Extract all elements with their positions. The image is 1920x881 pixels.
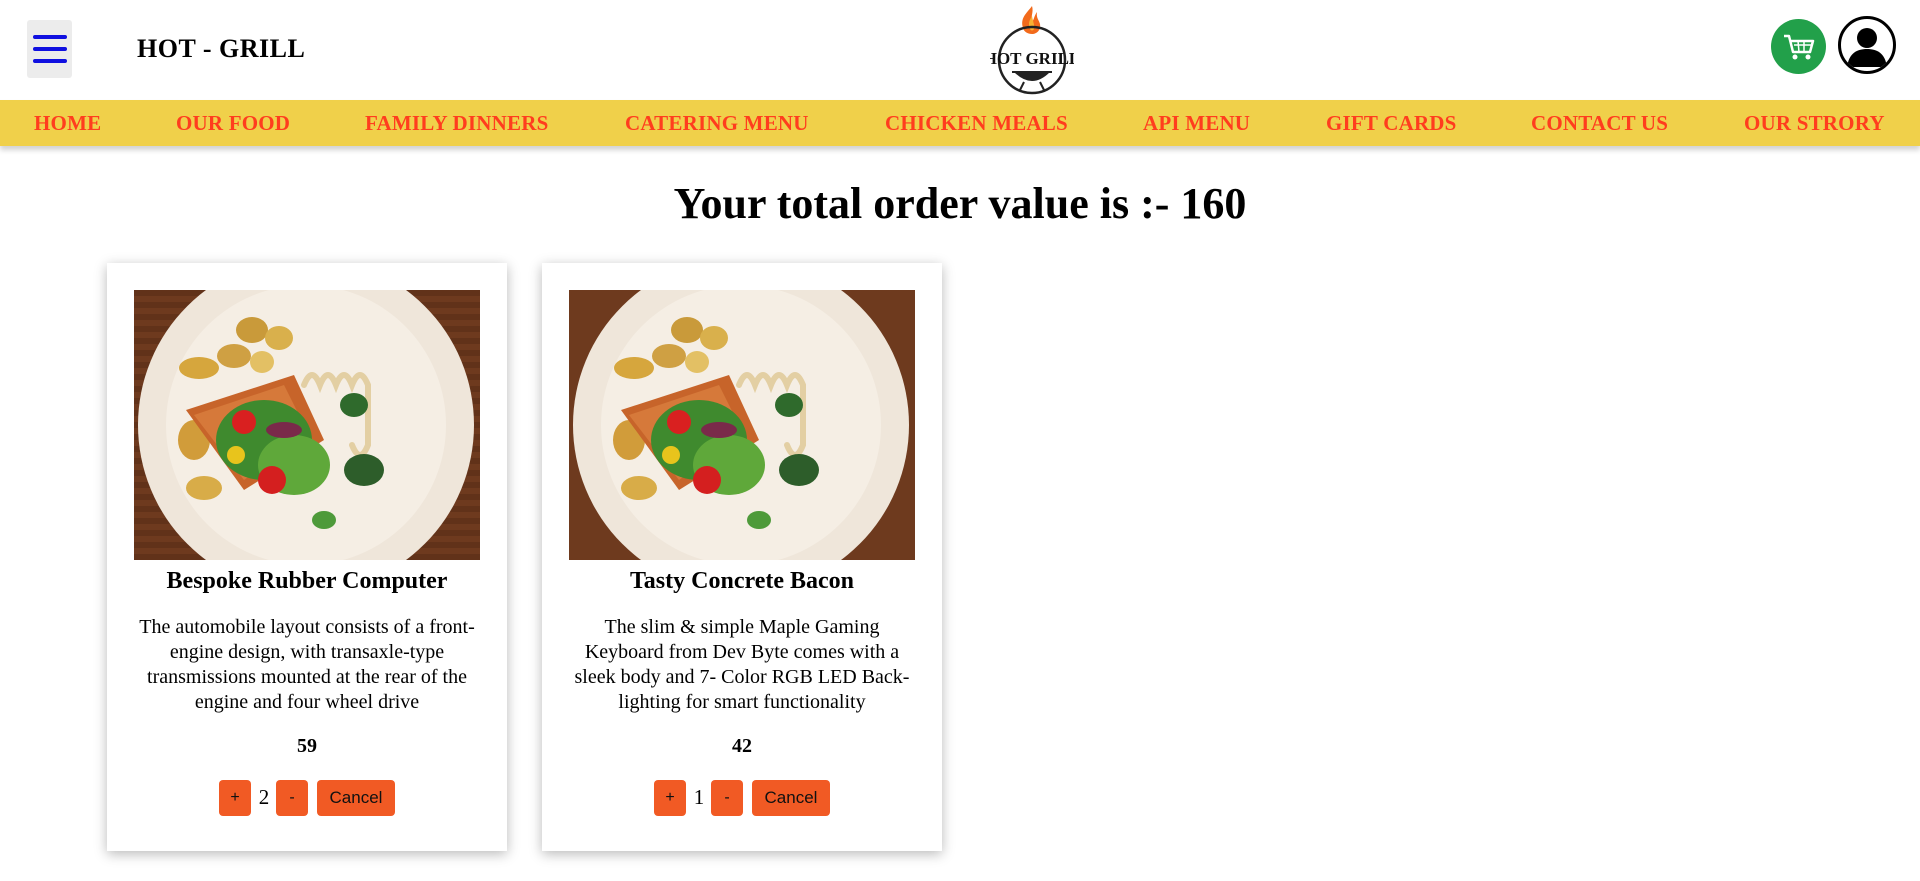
logo-text: HOT GRILL <box>990 49 1074 68</box>
cart-button[interactable] <box>1771 19 1826 74</box>
decrease-quantity-button[interactable]: - <box>276 780 308 816</box>
order-total: Your total order value is :- 160 <box>673 179 1247 228</box>
quantity-controls: + 2 - Cancel <box>107 780 507 816</box>
header: HOT - GRILL HOT GRILL <box>0 0 1920 100</box>
nav-chicken-meals[interactable]: CHICKEN MEALS <box>885 111 1068 136</box>
increase-quantity-button[interactable]: + <box>219 780 251 816</box>
quantity-controls: + 1 - Cancel <box>542 780 942 816</box>
quantity-value: 1 <box>693 785 705 809</box>
profile-button[interactable] <box>1838 16 1896 74</box>
hot-grill-logo[interactable]: HOT GRILL <box>990 4 1074 96</box>
item-name: Tasty Concrete Bacon <box>630 568 854 594</box>
hamburger-menu-button[interactable] <box>27 20 72 78</box>
item-price: 42 <box>732 735 752 757</box>
cart-item-card: Bespoke Rubber Computer The automobile l… <box>107 263 507 851</box>
nav-our-food[interactable]: OUR FOOD <box>176 111 290 136</box>
brand-name: HOT - GRILL <box>137 34 306 63</box>
cancel-item-button[interactable]: Cancel <box>317 780 395 816</box>
nav-family-dinners[interactable]: FAMILY DINNERS <box>365 111 548 136</box>
hamburger-icon <box>32 35 67 39</box>
dish-image <box>569 290 915 560</box>
increase-quantity-button[interactable]: + <box>654 780 686 816</box>
nav-catering-menu[interactable]: CATERING MENU <box>625 111 809 136</box>
nav-home[interactable]: HOME <box>34 111 101 136</box>
cart-icon <box>1783 34 1814 59</box>
user-avatar-icon <box>1847 28 1887 67</box>
main-nav: HOME OUR FOOD FAMILY DINNERS CATERING ME… <box>0 100 1920 146</box>
cart-item-card: Tasty Concrete Bacon The slim & simple M… <box>542 263 942 851</box>
item-description: The slim & simple Maple Gaming Keyboard … <box>574 616 910 713</box>
nav-api-menu[interactable]: API MENU <box>1143 111 1250 136</box>
dish-image <box>134 290 480 560</box>
item-price: 59 <box>297 735 317 757</box>
cancel-item-button[interactable]: Cancel <box>752 780 830 816</box>
decrease-quantity-button[interactable]: - <box>711 780 743 816</box>
item-description: The automobile layout consists of a fron… <box>139 616 475 713</box>
nav-our-story[interactable]: OUR STRORY <box>1744 111 1885 136</box>
nav-gift-cards[interactable]: GIFT CARDS <box>1326 111 1457 136</box>
nav-contact-us[interactable]: CONTACT US <box>1531 111 1668 136</box>
quantity-value: 2 <box>258 785 270 809</box>
item-name: Bespoke Rubber Computer <box>166 568 448 594</box>
